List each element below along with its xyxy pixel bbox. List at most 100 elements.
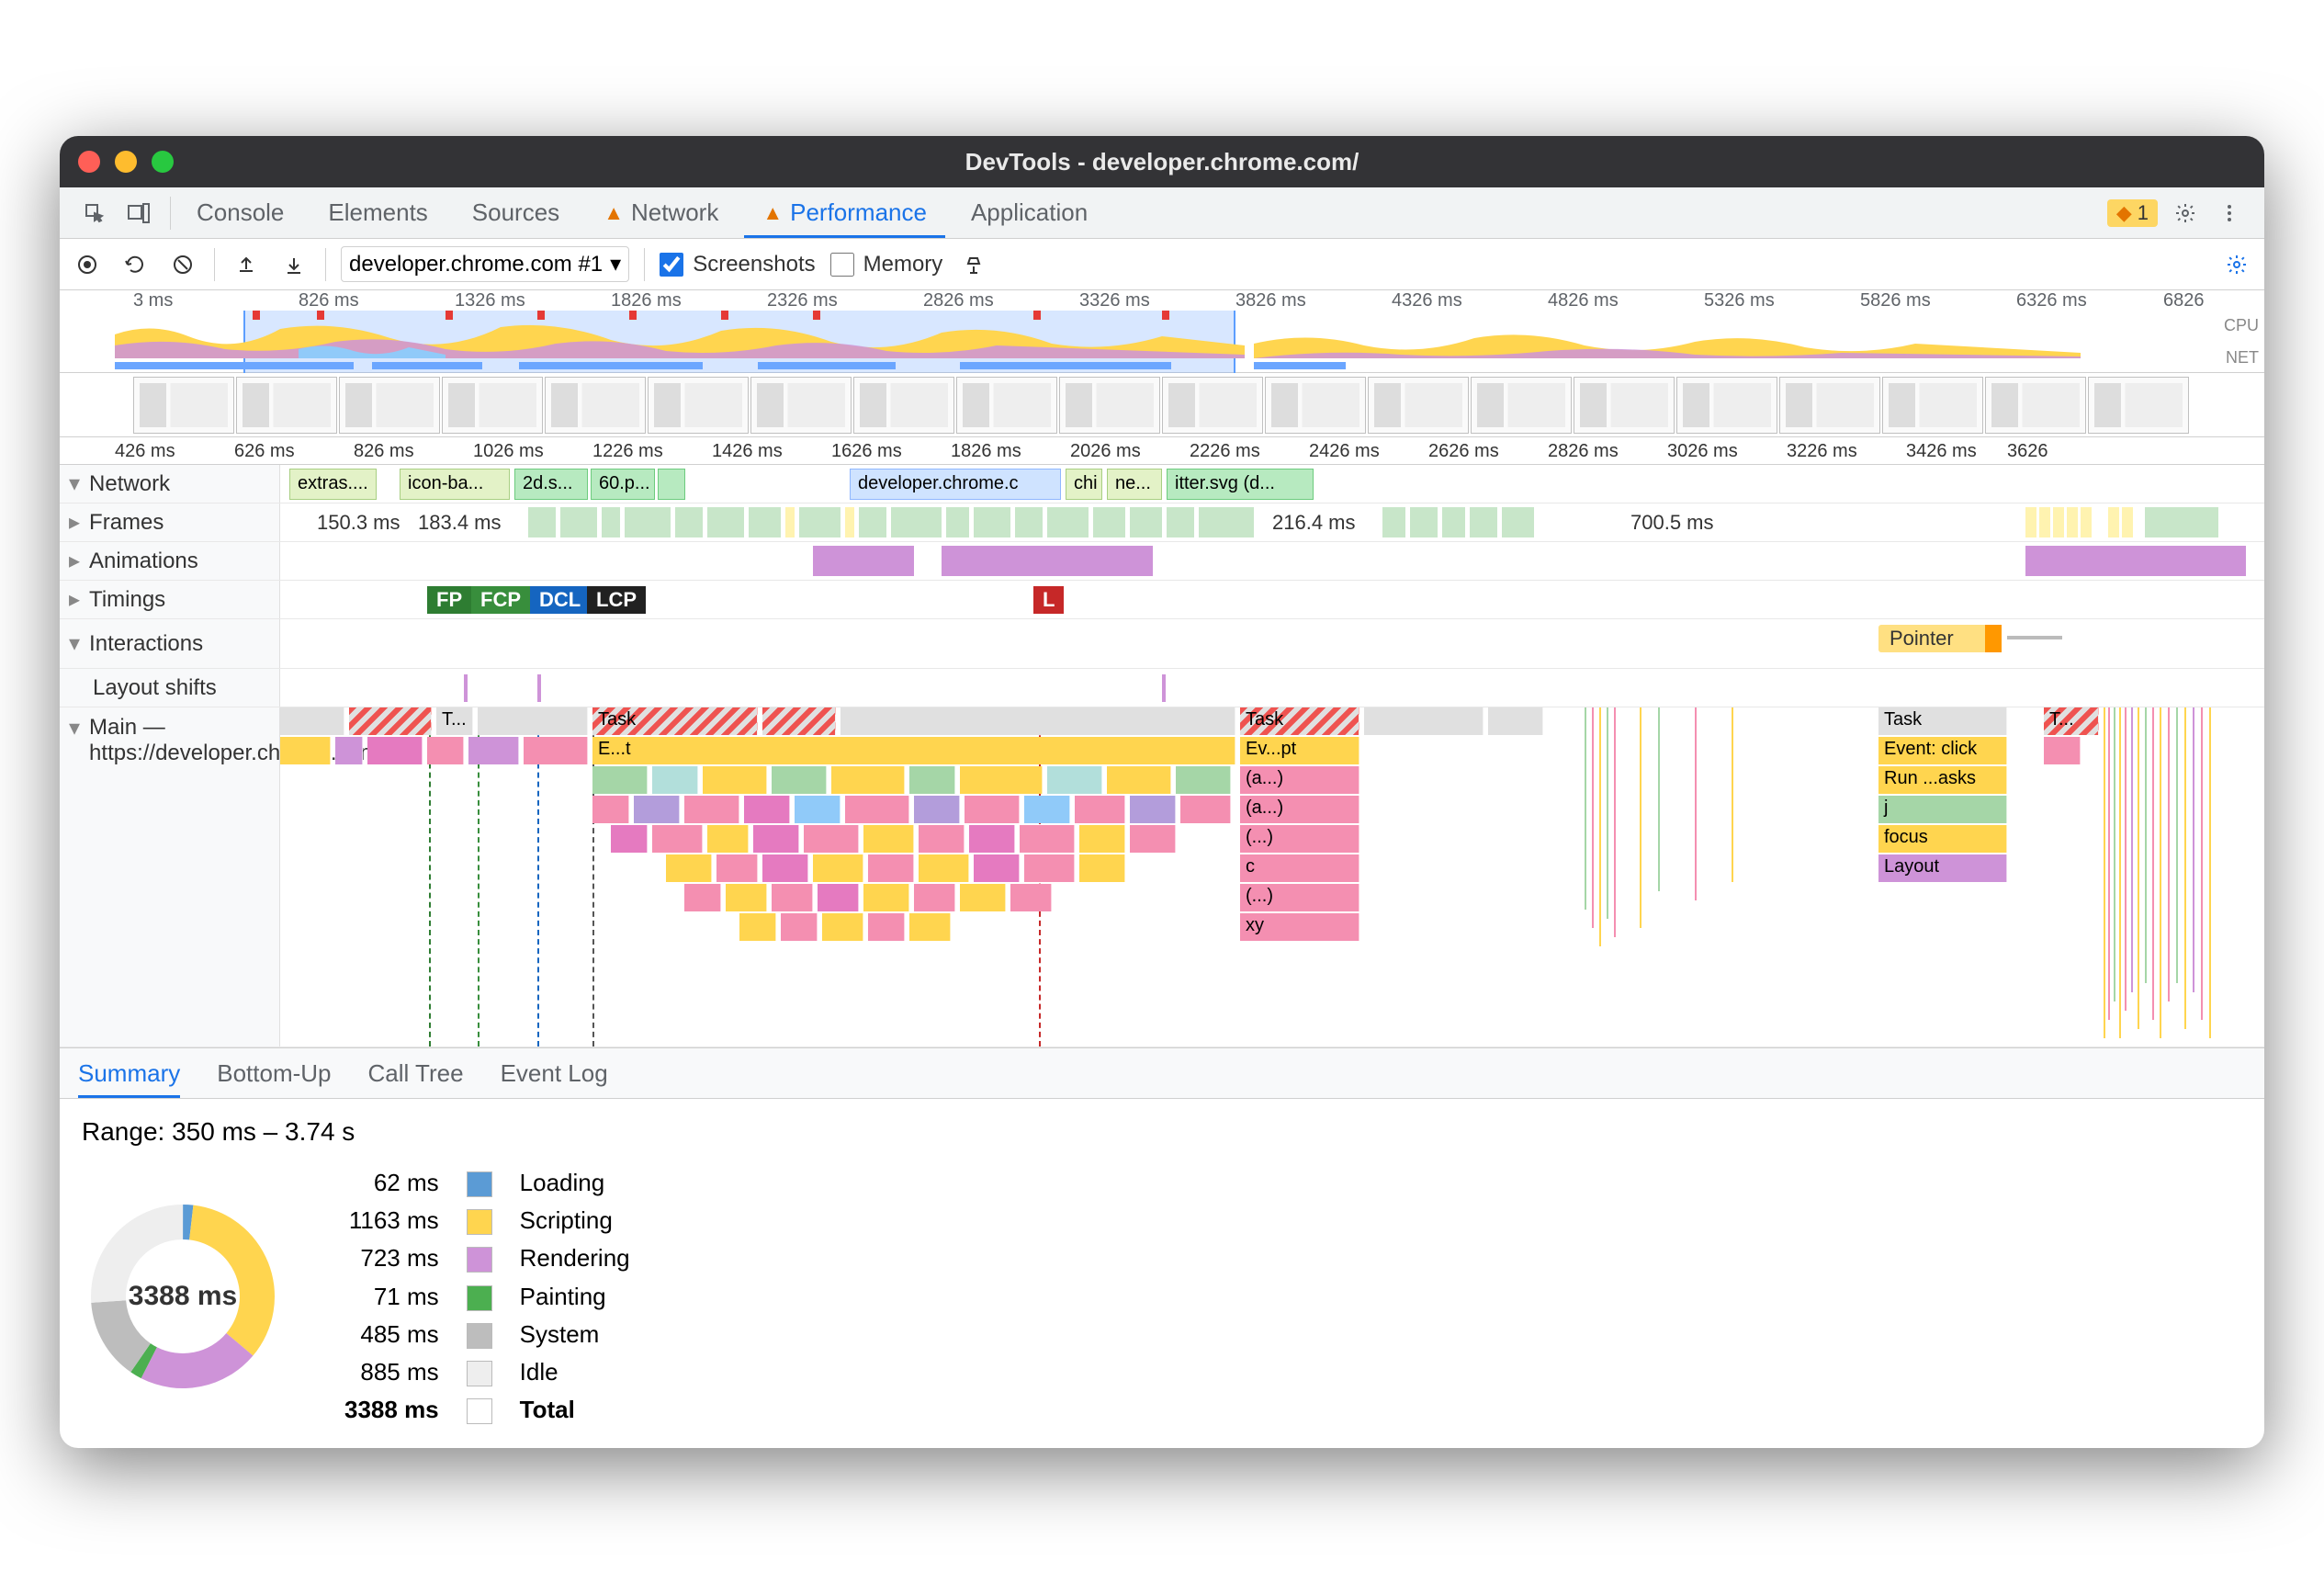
network-entry[interactable]: ne... bbox=[1107, 469, 1162, 500]
flame-task[interactable] bbox=[1488, 707, 1543, 735]
screenshot-thumb[interactable] bbox=[853, 377, 954, 434]
chevron-right-icon[interactable]: ▸ bbox=[69, 509, 80, 536]
network-entry[interactable]: 2d.s... bbox=[514, 469, 588, 500]
flame-stripe[interactable] bbox=[1607, 707, 1608, 919]
frame-seg[interactable] bbox=[2067, 507, 2078, 537]
tab-sources[interactable]: Sources bbox=[454, 187, 578, 238]
flame-stripe[interactable] bbox=[2209, 707, 2211, 1038]
network-entry[interactable] bbox=[658, 469, 685, 500]
flame-entry[interactable] bbox=[1010, 884, 1052, 911]
track-frames[interactable]: ▸Frames 150.3 ms 183.4 ms 216.4 ms 700.5… bbox=[60, 503, 2264, 542]
frame-seg[interactable] bbox=[891, 507, 942, 537]
frame-seg[interactable] bbox=[2081, 507, 2092, 537]
flame-entry[interactable] bbox=[1130, 796, 1176, 823]
flame-entry[interactable] bbox=[863, 825, 914, 853]
flame-entry[interactable] bbox=[974, 854, 1020, 882]
flame-entry[interactable] bbox=[716, 854, 758, 882]
frame-seg[interactable] bbox=[1093, 507, 1125, 537]
screenshot-thumb[interactable] bbox=[1779, 377, 1880, 434]
screenshot-thumb[interactable] bbox=[1676, 377, 1777, 434]
flame-entry[interactable] bbox=[818, 884, 859, 911]
track-animations[interactable]: ▸Animations bbox=[60, 542, 2264, 581]
flame-stripe[interactable] bbox=[2193, 707, 2194, 992]
capture-settings-icon[interactable] bbox=[2220, 248, 2253, 281]
network-entry[interactable]: extras.... bbox=[289, 469, 377, 500]
frame-seg[interactable] bbox=[2122, 507, 2133, 537]
frame-seg[interactable] bbox=[528, 507, 556, 537]
chevron-down-icon[interactable]: ▾ bbox=[69, 715, 80, 741]
flame-entry[interactable] bbox=[762, 854, 808, 882]
layout-shift[interactable] bbox=[537, 674, 541, 702]
frame-seg[interactable] bbox=[1167, 507, 1194, 537]
screenshot-thumb[interactable] bbox=[2088, 377, 2189, 434]
screenshot-thumb[interactable] bbox=[1985, 377, 2086, 434]
track-timings[interactable]: ▸Timings FP FCP DCL LCP L bbox=[60, 581, 2264, 619]
flame-entry[interactable] bbox=[914, 884, 955, 911]
overview-timeline[interactable]: 3 ms 826 ms 1326 ms 1826 ms 2326 ms 2826… bbox=[60, 290, 2264, 373]
timing-l[interactable]: L bbox=[1033, 586, 1064, 614]
close-icon[interactable] bbox=[78, 151, 100, 173]
screenshot-thumb[interactable] bbox=[236, 377, 337, 434]
interaction-pointer[interactable]: Pointer bbox=[1878, 625, 1998, 652]
gear-icon[interactable] bbox=[2169, 197, 2202, 230]
flame-entry[interactable]: j bbox=[1878, 796, 2007, 823]
chevron-right-icon[interactable]: ▸ bbox=[69, 586, 80, 613]
flame-entry[interactable] bbox=[1024, 796, 1070, 823]
frame-seg[interactable] bbox=[974, 507, 1010, 537]
frame-seg[interactable] bbox=[2039, 507, 2050, 537]
screenshot-thumb[interactable] bbox=[1059, 377, 1160, 434]
tab-network[interactable]: ▲Network bbox=[585, 187, 737, 238]
flame-entry[interactable] bbox=[813, 854, 863, 882]
flame-stripe[interactable] bbox=[2119, 707, 2121, 1038]
flame-entry[interactable] bbox=[1075, 796, 1125, 823]
tab-event-log[interactable]: Event Log bbox=[501, 1048, 608, 1098]
track-main[interactable]: ▾Main — https://developer.chrome.com/ T.… bbox=[60, 707, 2264, 1047]
flame-entry[interactable] bbox=[914, 796, 960, 823]
clear-icon[interactable] bbox=[166, 248, 199, 281]
tab-elements[interactable]: Elements bbox=[310, 187, 446, 238]
flame-entry[interactable] bbox=[280, 737, 331, 764]
flame-entry[interactable] bbox=[960, 766, 1043, 794]
flame-entry[interactable] bbox=[592, 766, 648, 794]
flame-stripe[interactable] bbox=[1599, 707, 1601, 946]
flame-task[interactable]: T... bbox=[436, 707, 473, 735]
flame-entry[interactable]: (...) bbox=[1240, 884, 1359, 911]
flame-entry[interactable] bbox=[744, 796, 790, 823]
flame-task[interactable]: T... bbox=[2044, 707, 2099, 735]
flame-entry[interactable] bbox=[1047, 766, 1102, 794]
flame-task[interactable]: Task bbox=[1878, 707, 2007, 735]
flame-entry[interactable] bbox=[666, 854, 712, 882]
flame-entry[interactable] bbox=[1130, 825, 1176, 853]
flame-entry[interactable]: c bbox=[1240, 854, 1359, 882]
flame-task[interactable] bbox=[478, 707, 588, 735]
frame-seg[interactable] bbox=[602, 507, 620, 537]
flame-entry[interactable] bbox=[781, 913, 818, 941]
chevron-down-icon[interactable]: ▾ bbox=[69, 470, 80, 497]
flame-stripe[interactable] bbox=[1592, 707, 1594, 928]
animation-seg[interactable] bbox=[2025, 546, 2246, 576]
flame-entry[interactable] bbox=[652, 766, 698, 794]
reload-record-icon[interactable] bbox=[118, 248, 152, 281]
screenshot-thumb[interactable] bbox=[133, 377, 234, 434]
tab-summary[interactable]: Summary bbox=[78, 1048, 180, 1098]
animation-seg[interactable] bbox=[813, 546, 914, 576]
track-layout-shifts[interactable]: Layout shifts bbox=[60, 669, 2264, 707]
flame-entry[interactable]: (...) bbox=[1240, 825, 1359, 853]
frame-seg[interactable] bbox=[946, 507, 969, 537]
screenshot-thumb[interactable] bbox=[1162, 377, 1263, 434]
flame-entry[interactable] bbox=[707, 825, 749, 853]
flame-entry[interactable] bbox=[524, 737, 588, 764]
flame-entry[interactable] bbox=[772, 884, 813, 911]
flame-entry[interactable] bbox=[863, 884, 909, 911]
flame-entry[interactable] bbox=[684, 796, 739, 823]
flame-entry[interactable] bbox=[772, 766, 827, 794]
tab-call-tree[interactable]: Call Tree bbox=[368, 1048, 464, 1098]
flame-entry[interactable] bbox=[1107, 766, 1171, 794]
flame-entry[interactable] bbox=[1079, 825, 1125, 853]
frame-seg[interactable] bbox=[1410, 507, 1438, 537]
chevron-right-icon[interactable]: ▸ bbox=[69, 548, 80, 574]
tab-bottom-up[interactable]: Bottom-Up bbox=[217, 1048, 331, 1098]
screenshot-thumb[interactable] bbox=[1882, 377, 1983, 434]
flame-entry[interactable] bbox=[1176, 766, 1231, 794]
frame-seg[interactable] bbox=[799, 507, 840, 537]
